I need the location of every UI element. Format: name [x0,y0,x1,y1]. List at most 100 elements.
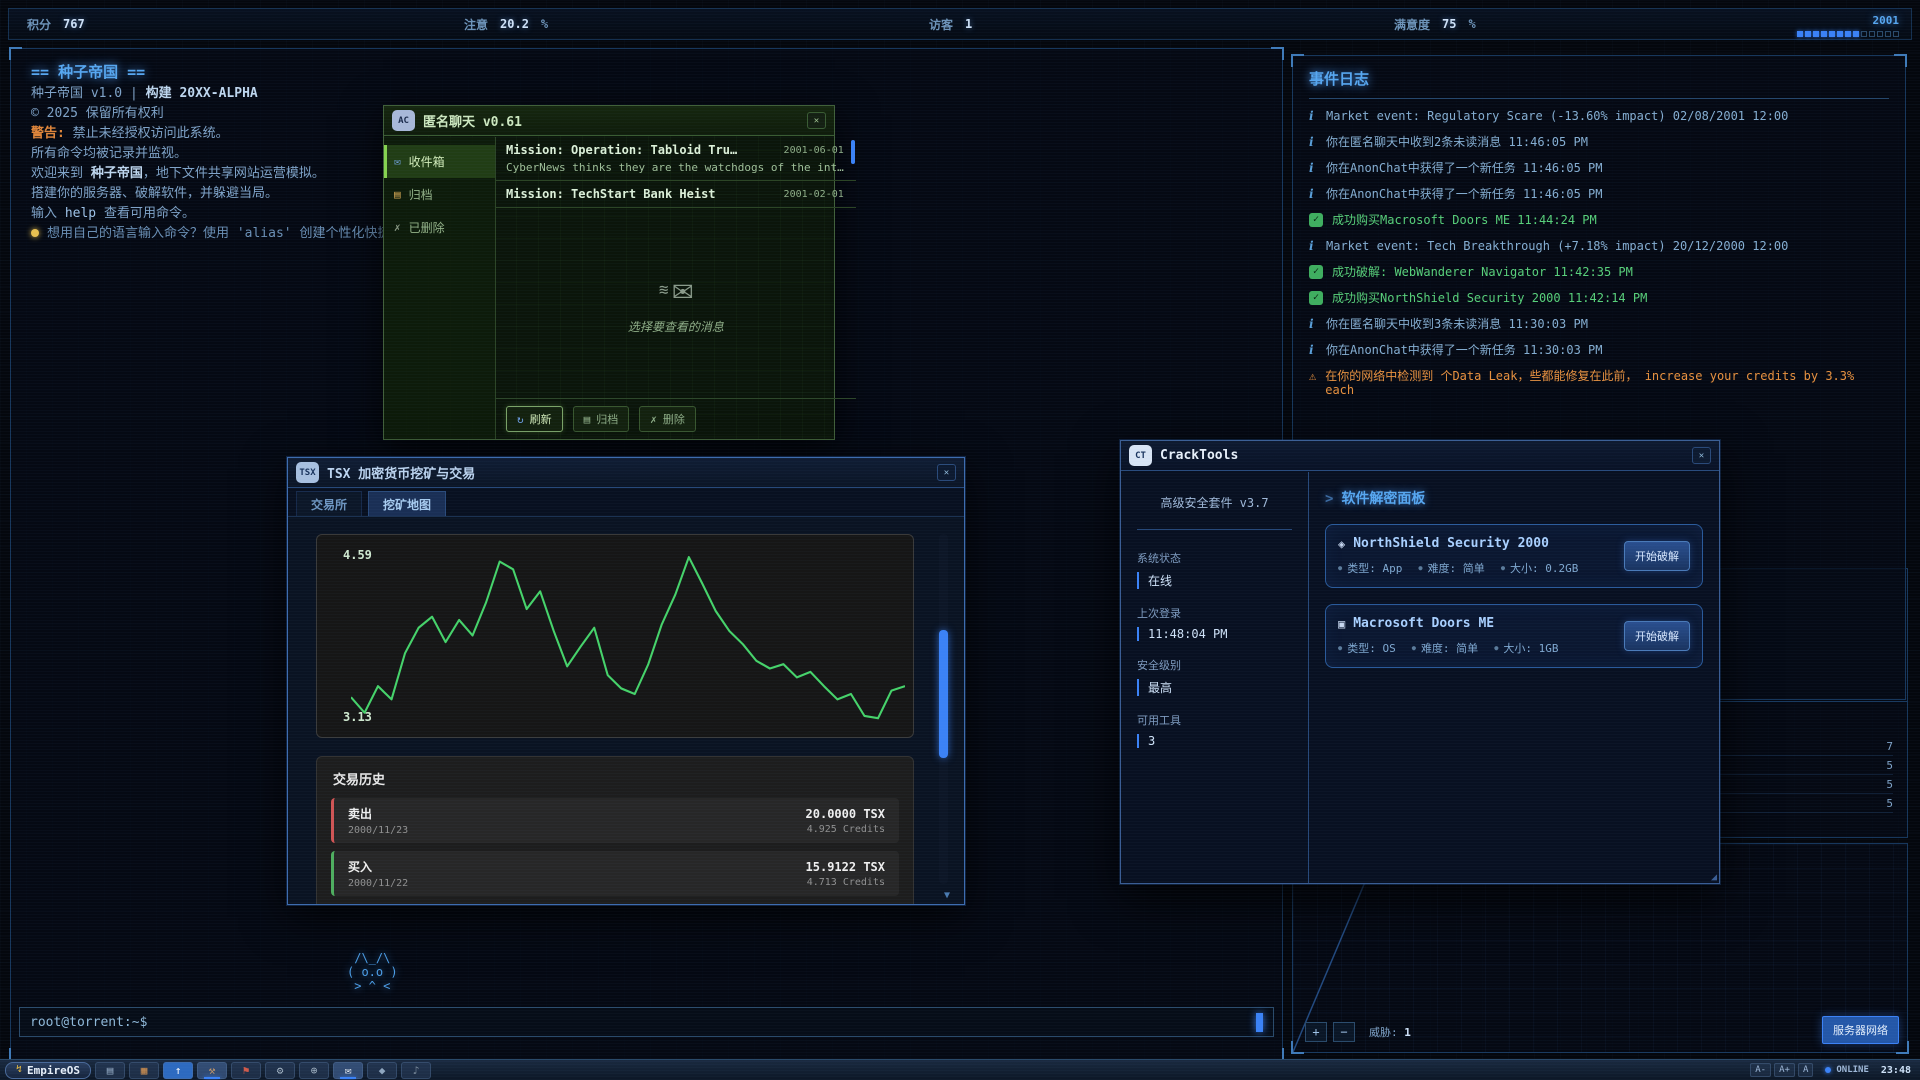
event-text: 你在AnonChat中获得了一个新任务 11:30:03 PM [1326,343,1603,357]
anonchat-close-button[interactable]: ✕ [807,112,826,129]
sidebar-item-archive[interactable]: ▤归档 [384,178,495,211]
cracktools-close-button[interactable]: ✕ [1692,447,1711,464]
font-control-2[interactable]: A [1798,1063,1813,1077]
tsx-close-button[interactable]: ✕ [937,464,956,481]
font-control-1[interactable]: A+ [1774,1063,1795,1077]
zoom-in-button[interactable]: + [1305,1022,1327,1042]
taskbar-app-chat[interactable]: ✉ [333,1062,363,1079]
score-label: 积分 [27,16,51,33]
mail-subject: Mission: TechStart Bank Heist [506,187,776,201]
year-value: 2001 [1797,14,1899,27]
taskbar-app-browser[interactable]: ⊕ [299,1062,329,1079]
corner-accent [1291,1041,1304,1054]
sidebar-item-label: 归档 [409,186,433,203]
cracktools-sidebar: 高级安全套件 v3.7 系统状态在线上次登录11:48:04 PM 安全级别最高可… [1121,472,1309,883]
suite-name: 高级安全套件 v3.7 [1137,494,1292,530]
cracktools-title: CrackTools [1160,448,1238,463]
tsx-scrollbar-thumb[interactable] [939,630,948,758]
tsx-tabs: 交易所挖矿地图 [288,488,964,517]
bullet-icon: ● [1338,564,1342,572]
mail-date: 2001-06-01 [784,145,844,156]
refresh-button[interactable]: ↻刷新 [506,406,563,432]
mail-preview: CyberNews thinks they are the watchdogs … [506,161,844,174]
start-crack-button[interactable]: 开始破解 [1624,541,1690,571]
meta-text: 大小: 0.2GB [1510,560,1578,576]
tsx-titlebar[interactable]: TSX TSX 加密货币挖矿与交易 ✕ [288,458,964,488]
scroll-down-icon[interactable]: ▼ [944,890,950,901]
sidebar-item-trash[interactable]: ✗已删除 [384,211,495,244]
taskbar: ↯ EmpireOS ▤▦↑⚒⚑⚙⊕✉◆♪ A-A+A ONLINE 23:48 [0,1059,1920,1080]
terminal-cursor [1256,1013,1263,1032]
server-network-button[interactable]: 服务器网络 [1822,1016,1899,1044]
mail-item[interactable]: Mission: Operation: Tabloid Tru…2001-06-… [496,137,856,181]
font-control-0[interactable]: A- [1750,1063,1771,1077]
resize-handle-icon[interactable]: ◢ [1711,872,1717,883]
tab-mining-map[interactable]: 挖矿地图 [368,491,446,516]
mail-list-scrollbar[interactable] [851,140,855,164]
year-progress-bar [1797,31,1899,37]
stat-value: 在线 [1137,572,1292,589]
upload-icon: ↑ [175,1065,182,1076]
meta-text: 难度: 简单 [1428,560,1485,576]
taskbar-app-mining[interactable]: ◆ [367,1062,397,1079]
tsx-scrollbar[interactable] [939,534,948,884]
button-label: 刷新 [530,411,552,427]
taskbar-app-upload[interactable]: ↑ [163,1062,193,1079]
anonchat-titlebar[interactable]: AC 匿名聊天 v0.61 ✕ [384,106,834,136]
taskbar-app-packages[interactable]: ▦ [129,1062,159,1079]
taskbar-app-settings[interactable]: ⚙ [265,1062,295,1079]
software-name: Macrosoft Doors ME [1353,616,1494,631]
year-progress-square [1869,31,1875,37]
stat-label: 系统状态 [1137,550,1292,566]
taskbar-app-store[interactable]: ▤ [95,1062,125,1079]
attention-unit: % [541,17,548,31]
browser-icon: ⊕ [311,1065,318,1076]
corner-accent [9,47,22,60]
info-icon: i [1309,187,1317,201]
satisfaction-label: 满意度 [1394,16,1430,33]
zoom-out-button[interactable]: − [1333,1022,1355,1042]
trade-credits: 4.925 Credits [806,824,885,835]
system-stat: 安全级别最高 [1137,657,1292,696]
year-progress: 2001 [1797,14,1899,37]
anonchat-body: ✉收件箱▤归档✗已删除 Mission: Operation: Tabloid … [384,137,834,439]
event-text: 成功购买NorthShield Security 2000 11:42:14 P… [1332,291,1647,305]
year-progress-square [1797,31,1803,37]
chevron-icon: > [1325,491,1333,507]
packages-icon: ▦ [141,1065,148,1076]
sidebar-item-inbox[interactable]: ✉收件箱 [384,145,495,178]
info-icon: i [1309,135,1317,149]
trade-item: 买入2000/11/2215.9122 TSX4.713 Credits [331,851,899,896]
stat-label: 安全级别 [1137,657,1292,673]
score-stat: 积分 767 [27,9,85,39]
year-progress-square [1813,31,1819,37]
threat-label: 威胁: [1369,1026,1398,1039]
check-icon: ✓ [1309,213,1323,227]
online-dot-icon [1825,1067,1831,1073]
event-text: 成功购买Macrosoft Doors ME 11:44:24 PM [1332,213,1597,227]
mail-item[interactable]: Mission: TechStart Bank Heist2001-02-01 [496,181,856,207]
archive-button[interactable]: ▤归档 [573,406,630,432]
game-desktop: 积分 767 注意 20.2 % 访客 1 满意度 75 % 2001 == 种… [0,0,1920,1080]
tsx-title: TSX 加密货币挖矿与交易 [327,463,475,482]
start-crack-button[interactable]: 开始破解 [1624,621,1690,651]
decrypt-panel-title: >软件解密面板 [1325,488,1703,508]
meta-text: 类型: App [1347,560,1402,576]
event-log-entry: ✓ 成功购买Macrosoft Doors ME 11:44:24 PM [1309,213,1889,227]
year-progress-square [1805,31,1811,37]
crack-target-card: ◈NorthShield Security 2000●类型: App●难度: 简… [1325,524,1703,588]
os-start-button[interactable]: ↯ EmpireOS [5,1062,91,1079]
taskbar-app-music[interactable]: ♪ [401,1062,431,1079]
trade-credits: 4.713 Credits [806,877,885,888]
terminal-input[interactable]: root@torrent:~$ [19,1007,1274,1037]
taskbar-app-cracktools[interactable]: ⚒ [197,1062,227,1079]
taskbar-app-marketing[interactable]: ⚑ [231,1062,261,1079]
tab-exchange[interactable]: 交易所 [296,491,362,516]
satisfaction-value: 75 [1442,17,1456,31]
map-controls: + − 威胁: 1 [1305,1022,1411,1042]
delete-button[interactable]: ✗删除 [639,406,696,432]
cracktools-titlebar[interactable]: CT CrackTools ✕ [1121,441,1719,471]
system-stat: 可用工具3 [1137,712,1292,748]
stats-value: 7 [1886,740,1893,753]
system-stat: 上次登录11:48:04 PM [1137,605,1292,641]
